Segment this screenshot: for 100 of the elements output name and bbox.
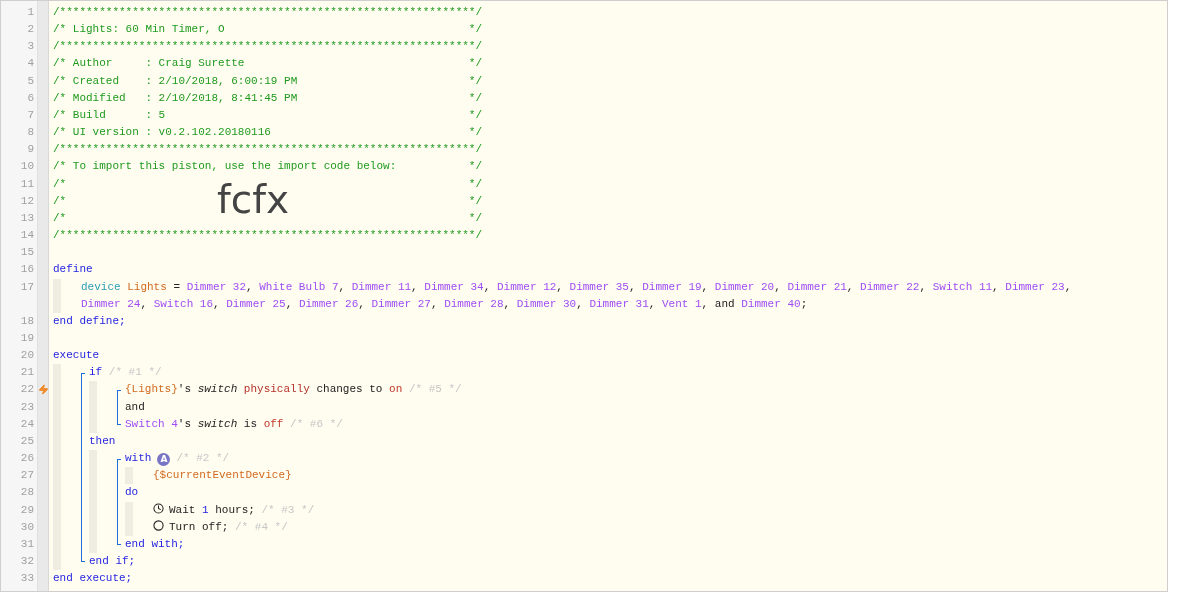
clock-icon [153,502,164,514]
code-text: hours; [214,503,256,516]
code-text: and [125,400,145,413]
line-number: 4 [27,57,34,70]
keyword: end define; [53,314,126,327]
device-name: Dimmer 35 [569,280,629,293]
code-comment: */ [468,56,482,72]
code-text: = [172,280,182,293]
letter-badge: A [157,453,171,467]
circle-icon [153,519,164,531]
device-name: Dimmer 21 [787,280,847,293]
code-text: , [701,280,710,293]
device-name: Dimmer 40 [741,297,801,310]
code-text: , [846,280,855,293]
code-comment: */ [468,210,482,226]
line-number: 10 [20,160,34,173]
line-number: 16 [20,263,34,276]
code-comment: */ [468,125,482,141]
number-text: 1 [202,503,209,516]
line-number: 8 [27,126,34,139]
code-comment: */ [468,90,482,106]
keyword: end if; [89,555,136,567]
code-text: , [556,280,564,293]
line-number: 21 [20,366,34,379]
line-number: 26 [20,452,34,465]
line-number: 1 [27,6,34,18]
code-text: 's [177,417,192,430]
line-number: 27 [20,469,34,482]
variable-name: Lights [127,280,167,293]
code-text: Wait [169,503,197,516]
line-number: 24 [20,417,34,430]
code-comment: */ [468,107,482,123]
keyword: if [89,366,103,379]
code-comment: /* To import this piston, use the import code below: [53,159,397,175]
code-text: , [140,297,149,310]
line-number: 31 [20,537,34,550]
code-text: 's [177,383,192,396]
device-name: Dimmer 23 [1005,280,1065,293]
code-comment: /* #3 */ [261,503,315,516]
device-name: Switch 4 [125,417,178,430]
code-text: , [648,297,657,310]
line-number: 9 [27,143,34,156]
code-text: Turn off; [169,520,230,533]
device-name: Dimmer 12 [496,280,557,293]
device-name: Dimmer 24 [81,297,141,310]
device-name: Dimmer 11 [351,280,412,293]
code-comment: /* [53,193,67,209]
line-number: 15 [20,246,34,259]
line-number: 6 [27,91,34,104]
device-name: Dimmer 28 [444,297,504,310]
value-text: off [263,417,284,430]
line-number: 29 [20,503,34,516]
line-number: 12 [20,194,34,207]
code-comment: /* #4 */ [235,520,288,533]
code-text: , [576,297,584,310]
line-number: 17 [20,280,34,293]
keyword: end execute; [53,572,133,585]
code-comment: /* [53,210,67,226]
code-comment: /* Modified : 2/10/2018, 8:41:45 PM [53,90,298,106]
value-text: on [389,383,403,396]
line-number: 3 [27,40,34,53]
line-number: 7 [27,108,34,121]
declaration-keyword: device [81,280,122,293]
line-number: 2 [27,23,34,36]
device-name: Dimmer 26 [298,297,359,310]
code-text: , [483,280,492,293]
attribute-name: switch [197,417,239,430]
attribute-name: switch [197,383,239,396]
device-name: White Bulb 7 [259,280,339,293]
comment-rule: /***************************************************************/ [53,228,483,244]
line-number: 18 [20,314,34,327]
code-comment: /* Lights: 60 Min Timer, O [53,22,225,38]
keyword: end with; [125,537,185,550]
device-name: Dimmer 22 [860,280,920,293]
line-number: 25 [20,434,34,447]
code-text: , [992,280,1000,293]
code-comment: */ [468,176,482,192]
variable-name: {$currentEventDevice} [153,469,292,482]
device-name: Switch 11 [932,280,993,293]
code-text: , [629,280,637,293]
line-number: 23 [20,400,34,413]
code-text: , [285,297,294,310]
line-number: 28 [20,486,34,499]
device-name: Dimmer 19 [642,280,702,293]
comment-rule: /***************************************************************/ [53,39,483,55]
device-name: Vent 1 [662,297,702,310]
code-text: , [919,280,928,293]
keyword: then [89,434,116,447]
code-comment: /* Build : 5 [53,107,166,123]
device-name: Dimmer 34 [424,280,484,293]
code-text: , and [701,297,736,310]
comment-rule: /***************************************************************/ [53,5,483,20]
keyword: do [125,486,139,499]
line-number: 20 [20,349,34,362]
device-name: Dimmer 32 [186,280,247,293]
line-number: 13 [20,211,34,224]
import-code: fcfx [217,179,289,220]
operator-text: physically [243,383,310,396]
comment-rule: /***************************************************************/ [53,142,483,158]
code-text: , [338,280,347,293]
